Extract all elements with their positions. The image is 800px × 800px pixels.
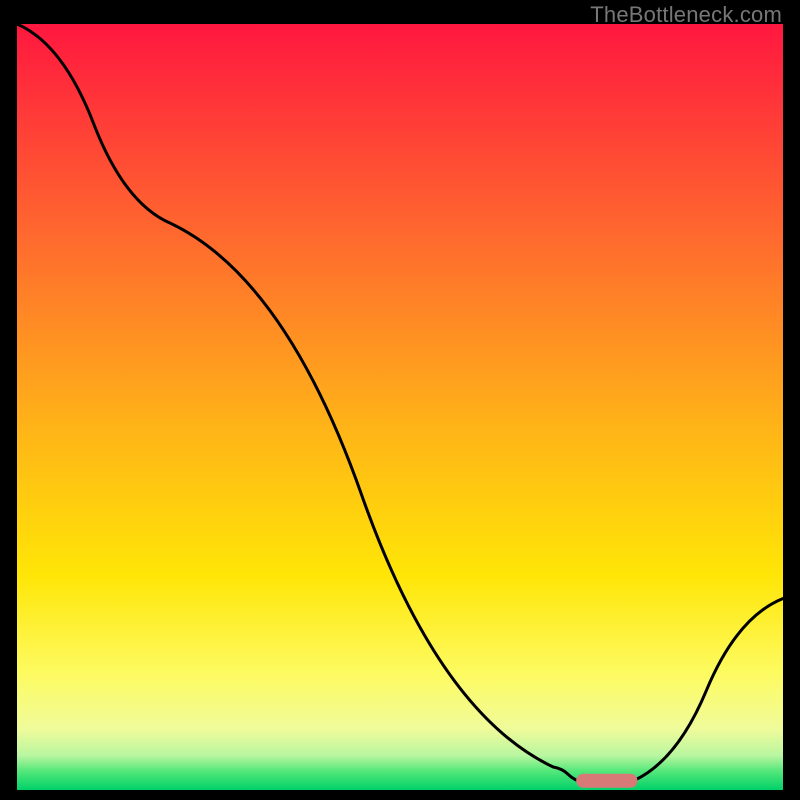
optimal-range-marker bbox=[576, 774, 637, 788]
bottleneck-chart bbox=[17, 24, 783, 790]
chart-background bbox=[17, 24, 783, 790]
chart-frame bbox=[17, 24, 783, 790]
